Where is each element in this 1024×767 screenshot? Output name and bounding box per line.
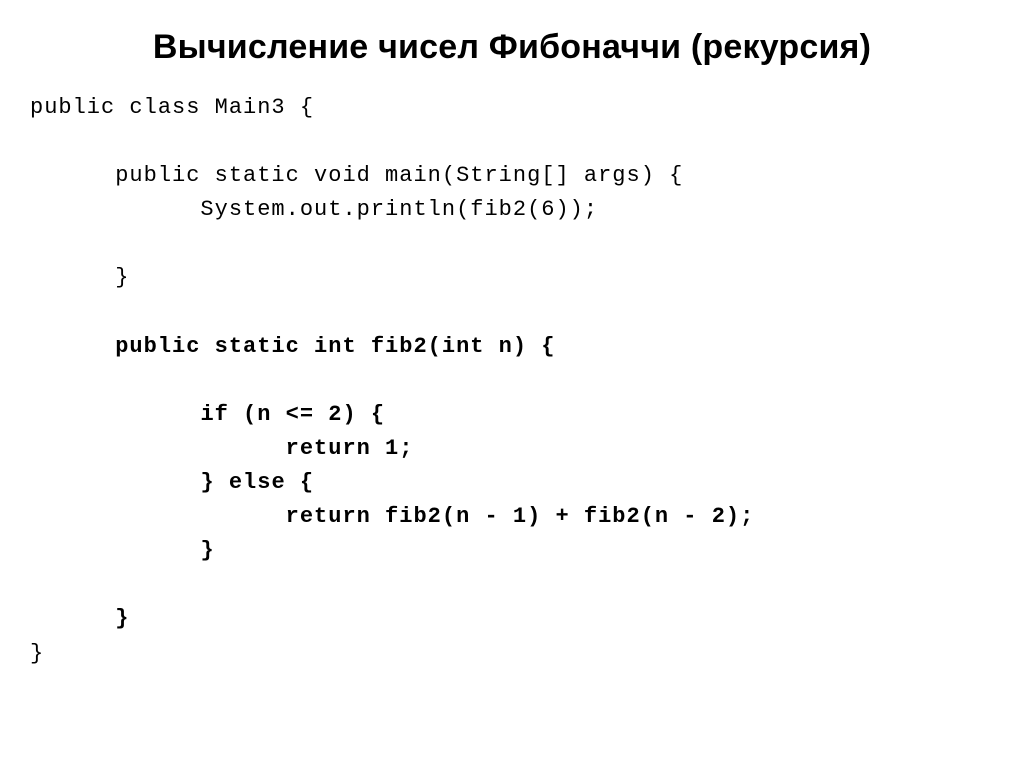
code-indent [30, 402, 200, 427]
slide: Вычисление чисел Фибоначчи (рекурсия) pu… [0, 0, 1024, 767]
code-indent [30, 504, 286, 529]
code-indent [30, 606, 115, 631]
code-line: public class Main3 { [30, 95, 314, 120]
code-line: public static void main(String[] args) { [30, 163, 683, 188]
code-line: } [30, 641, 44, 666]
code-indent [30, 470, 200, 495]
code-bold: } [115, 606, 129, 631]
code-line: } [30, 265, 129, 290]
code-block: public class Main3 { public static void … [30, 91, 994, 671]
slide-title: Вычисление чисел Фибоначчи (рекурсия) [30, 28, 994, 67]
code-bold: if (n <= 2) { [200, 402, 385, 427]
code-bold: return fib2(n - 1) + fib2(n - 2); [286, 504, 755, 529]
code-bold: } else { [200, 470, 314, 495]
code-bold: } [200, 538, 214, 563]
code-indent [30, 334, 115, 359]
code-indent [30, 436, 286, 461]
code-indent [30, 538, 200, 563]
code-line: System.out.println(fib2(6)); [30, 197, 598, 222]
code-bold: return 1; [286, 436, 414, 461]
code-bold: public static int fib2(int n) { [115, 334, 555, 359]
